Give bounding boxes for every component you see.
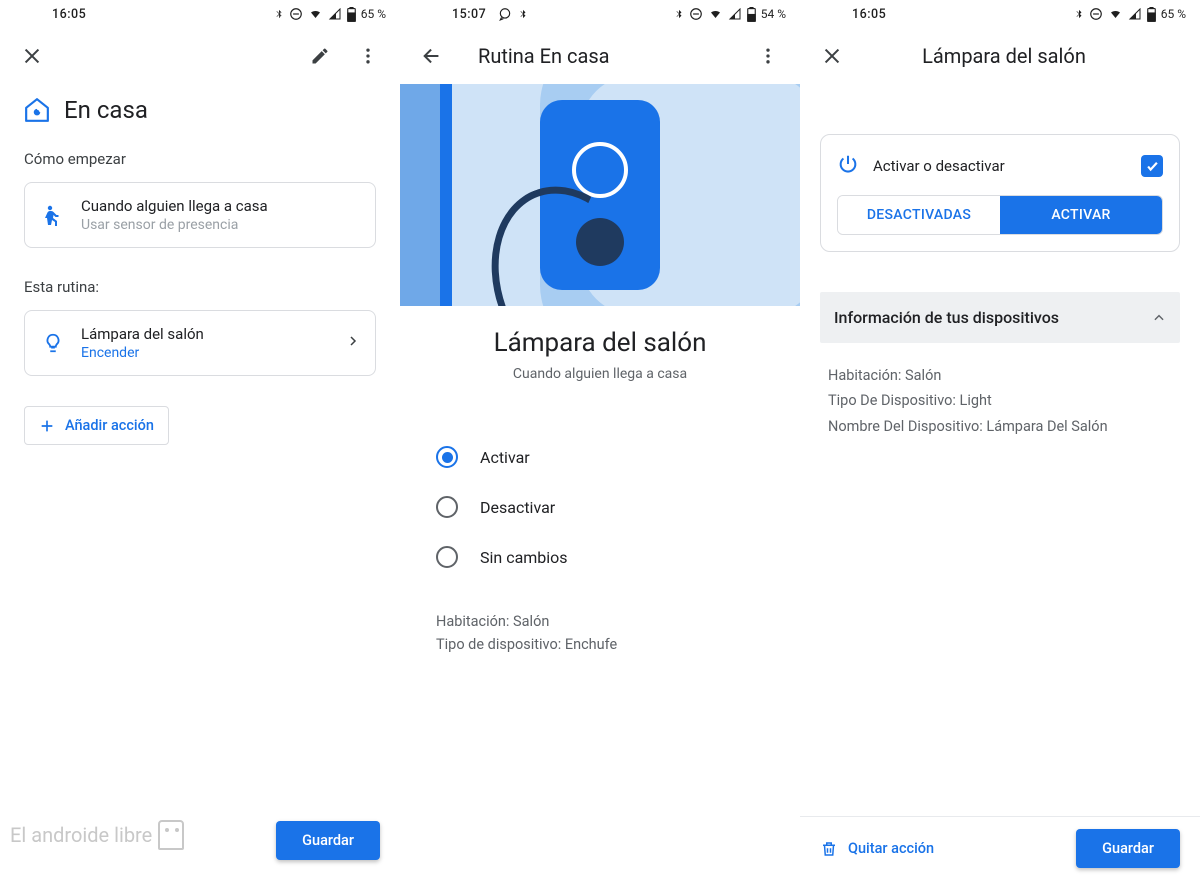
device-subtitle: Cuando alguien llega a casa xyxy=(430,366,770,382)
edit-icon[interactable] xyxy=(300,36,340,76)
signal-icon xyxy=(728,8,742,20)
battery-icon xyxy=(747,7,756,22)
page-title: Lámpara del salón xyxy=(860,44,1188,68)
wifi-icon xyxy=(1108,8,1123,20)
segment-off[interactable]: DESACTIVADAS xyxy=(838,196,1000,234)
status-bar: 16:05 65 % xyxy=(0,0,400,28)
remove-action-button[interactable]: Quitar acción xyxy=(820,840,934,858)
radio-group: Activar Desactivar Sin cambios xyxy=(430,432,770,582)
device-title: Lámpara del salón xyxy=(430,328,770,358)
add-action-button[interactable]: Añadir acción xyxy=(24,406,169,445)
trigger-card[interactable]: Cuando alguien llega a casa Usar sensor … xyxy=(24,182,376,248)
wifi-icon xyxy=(308,8,323,20)
action-state: Encender xyxy=(81,345,331,361)
home-icon xyxy=(24,97,50,123)
status-icons: 65 % xyxy=(1074,7,1186,22)
add-action-label: Añadir acción xyxy=(65,417,154,434)
action-card[interactable]: Lámpara del salón Encender xyxy=(24,310,376,376)
trash-icon xyxy=(820,840,838,858)
status-bar: 15:07 54 % xyxy=(400,0,800,28)
section-how-to-start: Cómo empezar xyxy=(24,150,376,168)
robot-icon xyxy=(158,820,184,850)
whatsapp-icon xyxy=(498,7,512,21)
radio-no-change[interactable]: Sin cambios xyxy=(436,532,764,582)
status-time: 15:07 xyxy=(414,7,486,22)
save-button[interactable]: Guardar xyxy=(276,821,380,860)
dnd-icon xyxy=(1089,7,1103,21)
app-bar xyxy=(0,28,400,84)
close-icon[interactable] xyxy=(12,36,52,76)
routine-name: En casa xyxy=(64,96,148,124)
routine-header: En casa xyxy=(24,96,376,124)
battery-icon xyxy=(347,7,356,22)
bluetooth-icon xyxy=(1074,7,1084,21)
trigger-title: Cuando alguien llega a casa xyxy=(81,197,359,215)
bulb-icon xyxy=(42,332,64,354)
screen-device-settings: 16:05 65 % Lámpara del salón Activar o d… xyxy=(800,0,1200,880)
power-icon xyxy=(837,153,859,179)
page-title: Rutina En casa xyxy=(478,44,610,68)
plus-icon xyxy=(39,418,55,434)
screen-routine-home: 16:05 65 % En casa Cómo empezar xyxy=(0,0,400,880)
bluetooth-icon xyxy=(274,7,284,21)
device-info: Habitación: Salón Tipo de dispositivo: E… xyxy=(430,582,770,656)
battery-icon xyxy=(1147,7,1156,22)
watermark: El androide libre xyxy=(10,820,184,850)
toggle-label: Activar o desactivar xyxy=(873,157,1127,175)
app-bar: Rutina En casa xyxy=(400,28,800,84)
checkbox-checked[interactable] xyxy=(1141,155,1163,177)
toggle-panel: Activar o desactivar DESACTIVADAS ACTIVA… xyxy=(820,134,1180,252)
battery-percent: 65 % xyxy=(1161,7,1186,21)
segment-on[interactable]: ACTIVAR xyxy=(1000,196,1162,234)
info-accordion-header[interactable]: Información de tus dispositivos xyxy=(820,292,1180,343)
signal-icon xyxy=(1128,8,1142,20)
overflow-icon[interactable] xyxy=(748,36,788,76)
action-title: Lámpara del salón xyxy=(81,325,331,343)
section-this-routine: Esta rutina: xyxy=(24,278,376,296)
presence-icon xyxy=(41,203,65,227)
close-icon[interactable] xyxy=(812,36,852,76)
overflow-icon[interactable] xyxy=(348,36,388,76)
status-icons: 54 % xyxy=(674,7,786,22)
app-bar: Lámpara del salón xyxy=(800,28,1200,84)
trigger-subtitle: Usar sensor de presencia xyxy=(81,217,359,233)
radio-activate[interactable]: Activar xyxy=(436,432,764,482)
radio-deactivate[interactable]: Desactivar xyxy=(436,482,764,532)
segmented-control: DESACTIVADAS ACTIVAR xyxy=(837,195,1163,235)
status-bar: 16:05 65 % xyxy=(800,0,1200,28)
device-info-body: Habitación: Salón Tipo De Dispositivo: L… xyxy=(820,343,1180,439)
status-time: 16:05 xyxy=(14,7,86,22)
footer-bar: Quitar acción Guardar xyxy=(800,816,1200,880)
hero-illustration xyxy=(400,84,800,306)
signal-icon xyxy=(328,8,342,20)
bluetooth-icon xyxy=(518,7,528,21)
wifi-icon xyxy=(708,8,723,20)
back-icon[interactable] xyxy=(412,36,452,76)
dnd-icon xyxy=(689,7,703,21)
battery-percent: 54 % xyxy=(761,7,786,21)
chevron-up-icon xyxy=(1152,311,1166,325)
screen-device-action: 15:07 54 % Rutina En casa Lámpara del sa xyxy=(400,0,800,880)
status-time: 16:05 xyxy=(814,7,886,22)
bluetooth-icon xyxy=(674,7,684,21)
status-icons: 65 % xyxy=(274,7,386,22)
dnd-icon xyxy=(289,7,303,21)
save-button[interactable]: Guardar xyxy=(1076,829,1180,868)
chevron-right-icon xyxy=(347,332,359,354)
battery-percent: 65 % xyxy=(361,7,386,21)
